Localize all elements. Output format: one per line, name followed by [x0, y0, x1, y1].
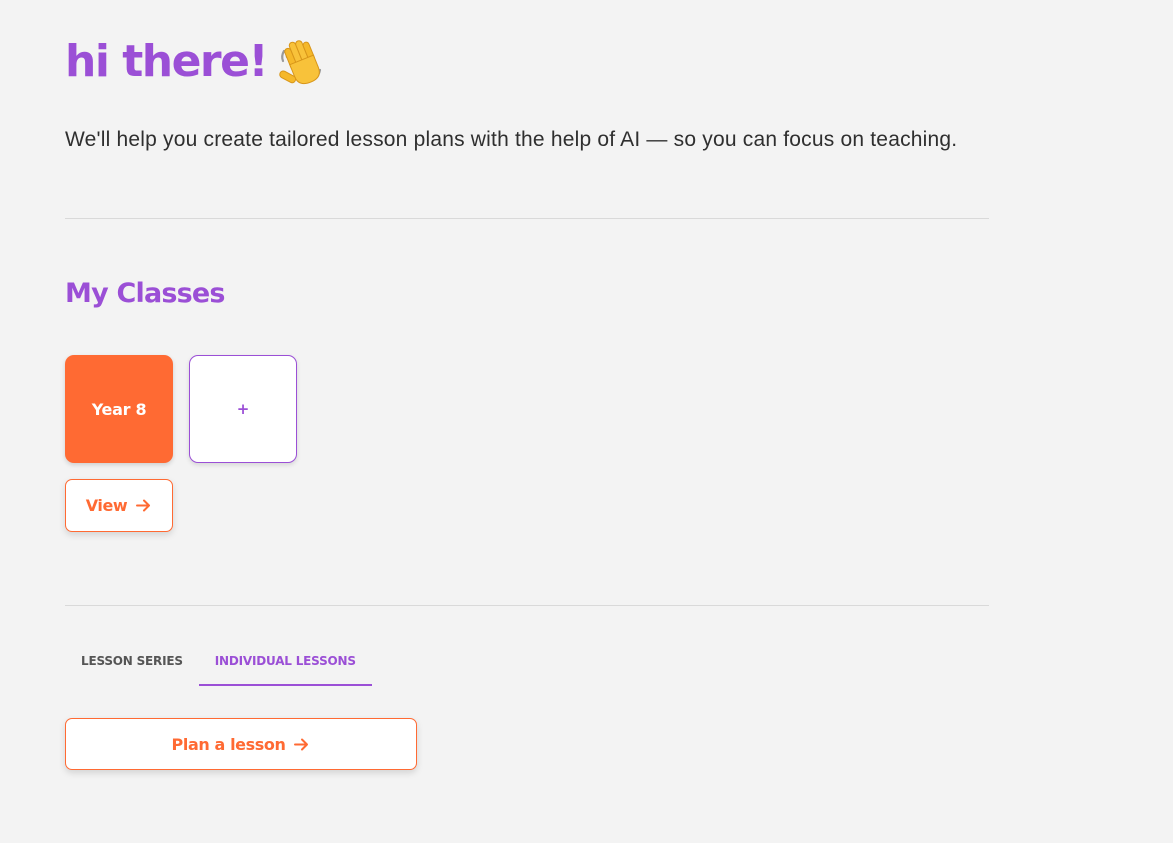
tab-label: LESSON SERIES — [81, 654, 183, 668]
plan-button-label: Plan a lesson — [171, 734, 286, 754]
arrow-right-icon — [135, 497, 152, 514]
tab-individual-lessons[interactable]: INDIVIDUAL LESSONS — [198, 638, 372, 686]
class-card-year-8[interactable]: Year 8 — [65, 355, 173, 463]
waving-hand-icon — [277, 35, 329, 87]
home-page: hi there! We'll help you create tailored… — [0, 0, 1173, 843]
lesson-tabs: LESSON SERIES INDIVIDUAL LESSONS — [65, 638, 372, 686]
greeting-text: hi there! — [65, 35, 269, 87]
my-classes-heading: My Classes — [65, 278, 225, 309]
divider — [65, 218, 989, 219]
tab-lesson-series[interactable]: LESSON SERIES — [65, 638, 199, 686]
view-button-label: View — [85, 496, 128, 515]
intro-text: We'll help you create tailored lesson pl… — [65, 128, 958, 151]
greeting-heading: hi there! — [65, 28, 329, 94]
view-class-button[interactable]: View — [65, 479, 173, 532]
add-class-button[interactable]: + — [189, 355, 297, 463]
plus-icon: + — [236, 400, 250, 418]
tab-label: INDIVIDUAL LESSONS — [214, 654, 356, 668]
class-card-label: Year 8 — [91, 399, 147, 419]
divider — [65, 605, 989, 606]
arrow-right-icon — [293, 736, 310, 753]
plan-lesson-button[interactable]: Plan a lesson — [65, 718, 417, 770]
